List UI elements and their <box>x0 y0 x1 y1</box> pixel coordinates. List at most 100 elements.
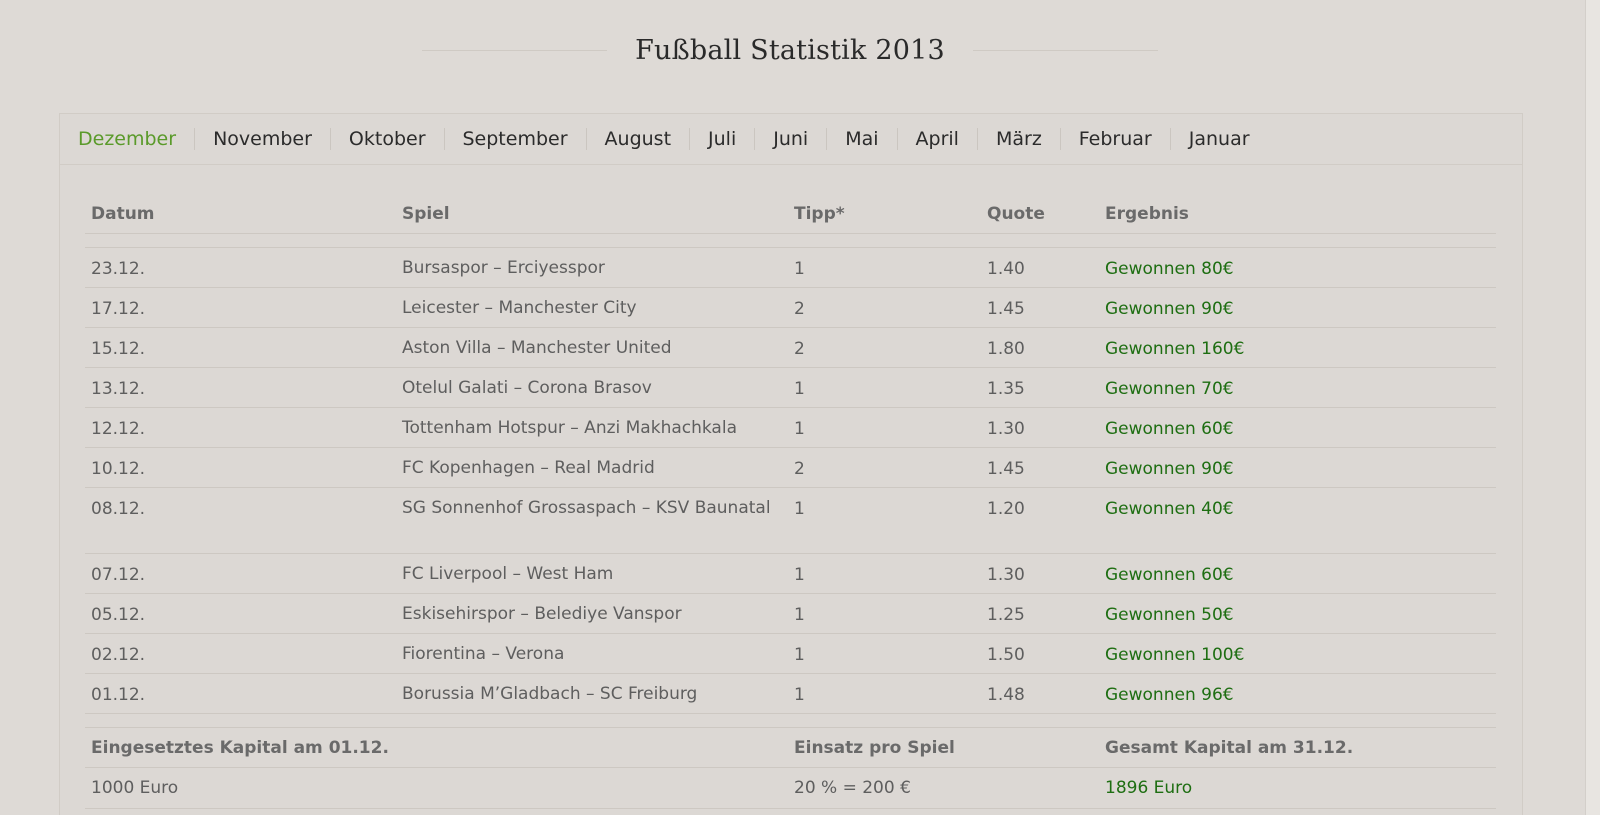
table-row: 01.12. Borussia M’Gladbach – SC Freiburg 1… <box>85 674 1496 714</box>
tab-month[interactable]: Dezember <box>78 128 194 150</box>
summary-header: Eingesetztes Kapital am 01.12. Einsatz p… <box>85 728 1496 768</box>
tab-month[interactable]: November <box>194 128 330 150</box>
tab-month[interactable]: September <box>443 128 586 150</box>
table-row: 07.12. FC Liverpool – West Ham 1 1.30 Gewonn… <box>85 554 1496 594</box>
cell-result: Gewonnen 70€ <box>1105 379 1234 399</box>
tab-month[interactable]: August <box>585 128 690 150</box>
cell-game: Aston Villa – Manchester United <box>402 338 672 358</box>
cell-date: 02.12. <box>91 645 146 665</box>
cell-result: Gewonnen 60€ <box>1105 565 1234 585</box>
cell-quote: 1.40 <box>987 259 1025 279</box>
table-spacer <box>85 234 1496 248</box>
cell-game: FC Kopenhagen – Real Madrid <box>402 458 655 478</box>
cell-result: Gewonnen 160€ <box>1105 339 1245 359</box>
table-row: 15.12. Aston Villa – Manchester United 2 1.… <box>85 328 1496 368</box>
header-game: Spiel <box>402 203 450 224</box>
table-row: 12.12. Tottenham Hotspur – Anzi Makhachka… <box>85 408 1496 448</box>
summary-stake-label: Einsatz pro Spiel <box>794 737 955 758</box>
summary-stake-value: 20 % = 200 € <box>794 778 911 798</box>
cell-game: Bursaspor – Erciyesspor <box>402 258 605 278</box>
cell-tip: 1 <box>794 605 805 625</box>
cell-game: Leicester – Manchester City <box>402 298 637 318</box>
tab-month[interactable]: Februar <box>1059 128 1170 150</box>
cell-quote: 1.45 <box>987 299 1025 319</box>
summary-capital-label: Eingesetztes Kapital am 01.12. <box>91 737 389 758</box>
cell-tip: 1 <box>794 565 805 585</box>
cell-game: Borussia M’Gladbach – SC Freiburg <box>402 684 698 704</box>
cell-tip: 1 <box>794 419 805 439</box>
table-row: 10.12. FC Kopenhagen – Real Madrid 2 1.45 Ge… <box>85 448 1496 488</box>
cell-quote: 1.45 <box>987 459 1025 479</box>
tab-month[interactable]: Mai <box>826 128 896 150</box>
page-scrollbar[interactable] <box>1585 0 1600 815</box>
cell-tip: 2 <box>794 299 805 319</box>
table-row: 13.12. Otelul Galati – Corona Brasov 1 1.35… <box>85 368 1496 408</box>
tab-month[interactable]: Juli <box>689 128 754 150</box>
cell-game: SG Sonnenhof Grossaspach – KSV Baunatal <box>402 498 771 518</box>
cell-game: Tottenham Hotspur – Anzi Makhachkala <box>402 418 737 438</box>
cell-tip: 1 <box>794 379 805 399</box>
tab-month[interactable]: März <box>976 128 1060 150</box>
tab-month[interactable]: Januar <box>1169 128 1268 150</box>
header-result: Ergebnis <box>1105 203 1189 224</box>
cell-tip: 1 <box>794 499 805 519</box>
tab-month[interactable]: Oktober <box>329 128 444 150</box>
cell-date: 07.12. <box>91 565 146 585</box>
cell-game: Eskisehirspor – Belediye Vanspor <box>402 604 682 624</box>
cell-quote: 1.80 <box>987 339 1025 359</box>
cell-date: 10.12. <box>91 459 146 479</box>
tab-month[interactable]: April <box>896 128 977 150</box>
month-tabs: Dezember November Oktober September Augu… <box>60 114 1522 165</box>
table-body: 23.12. Bursaspor – Erciyesspor 1 1.40 Gewonn… <box>85 248 1496 714</box>
title-divider-right <box>972 49 1158 51</box>
cell-result: Gewonnen 90€ <box>1105 299 1234 319</box>
cell-tip: 1 <box>794 645 805 665</box>
cell-date: 08.12. <box>91 499 146 519</box>
cell-game: Otelul Galati – Corona Brasov <box>402 378 652 398</box>
summary-values: 1000 Euro 20 % = 200 € 1896 Euro <box>85 768 1496 809</box>
cell-result: Gewonnen 40€ <box>1105 499 1234 519</box>
cell-quote: 1.35 <box>987 379 1025 399</box>
cell-tip: 2 <box>794 459 805 479</box>
header-date: Datum <box>91 203 155 224</box>
cell-quote: 1.30 <box>987 565 1025 585</box>
title-divider-left <box>422 49 608 51</box>
summary-total-value: 1896 Euro <box>1105 778 1193 798</box>
tab-month[interactable]: Juni <box>754 128 826 150</box>
table-row: 17.12. Leicester – Manchester City 2 1.45 Ge… <box>85 288 1496 328</box>
cell-date: 12.12. <box>91 419 146 439</box>
cell-tip: 2 <box>794 339 805 359</box>
results-table: Datum Spiel Tipp* Quote Ergebnis 23.12. B… <box>85 194 1496 809</box>
cell-result: Gewonnen 100€ <box>1105 645 1245 665</box>
cell-tip: 1 <box>794 685 805 705</box>
cell-quote: 1.25 <box>987 605 1025 625</box>
cell-game: FC Liverpool – West Ham <box>402 564 614 584</box>
table-row: 23.12. Bursaspor – Erciyesspor 1 1.40 Gewonn… <box>85 248 1496 288</box>
table-row: 02.12. Fiorentina – Verona 1 1.50 Gewonnen 1… <box>85 634 1496 674</box>
cell-quote: 1.48 <box>987 685 1025 705</box>
cell-result: Gewonnen 60€ <box>1105 419 1234 439</box>
table-row: 08.12. SG Sonnenhof Grossaspach – KSV Bau… <box>85 488 1496 554</box>
summary-total-label: Gesamt Kapital am 31.12. <box>1105 737 1354 758</box>
header-tip: Tipp* <box>794 203 845 224</box>
table-header: Datum Spiel Tipp* Quote Ergebnis <box>85 194 1496 234</box>
table-row: 05.12. Eskisehirspor – Belediye Vanspor 1 1… <box>85 594 1496 634</box>
cell-result: Gewonnen 96€ <box>1105 685 1234 705</box>
cell-date: 23.12. <box>91 259 146 279</box>
header-quote: Quote <box>987 203 1045 224</box>
cell-result: Gewonnen 50€ <box>1105 605 1234 625</box>
cell-date: 17.12. <box>91 299 146 319</box>
cell-quote: 1.20 <box>987 499 1025 519</box>
page: Fußball Statistik 2013 Dezember November… <box>0 0 1600 815</box>
cell-date: 05.12. <box>91 605 146 625</box>
cell-result: Gewonnen 90€ <box>1105 459 1234 479</box>
title-bar: Fußball Statistik 2013 <box>0 28 1580 72</box>
cell-date: 13.12. <box>91 379 146 399</box>
cell-game: Fiorentina – Verona <box>402 644 565 664</box>
page-title: Fußball Statistik 2013 <box>635 34 945 66</box>
summary-capital-value: 1000 Euro <box>91 778 179 798</box>
statistics-panel: Dezember November Oktober September Augu… <box>59 113 1523 815</box>
table-spacer <box>85 714 1496 728</box>
cell-quote: 1.50 <box>987 645 1025 665</box>
cell-result: Gewonnen 80€ <box>1105 259 1234 279</box>
